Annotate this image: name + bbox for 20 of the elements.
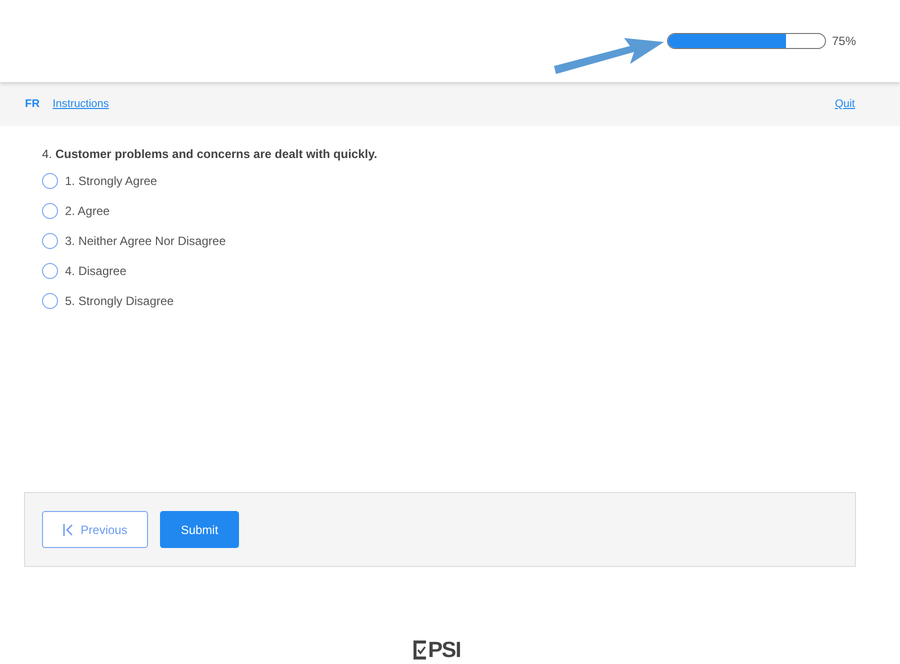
option-label: 2. Agree xyxy=(65,203,110,220)
first-page-icon xyxy=(62,524,73,536)
logo-text: PSI xyxy=(428,639,460,661)
radio-button[interactable] xyxy=(42,173,58,189)
progress-reading: 75% xyxy=(832,33,856,50)
instructions-link[interactable]: Instructions xyxy=(52,96,109,112)
option-label: 3. Neither Agree Nor Disagree xyxy=(65,233,226,250)
radio-button[interactable] xyxy=(42,293,58,309)
quit-link[interactable]: Quit xyxy=(834,96,855,112)
submit-button[interactable]: Submit xyxy=(160,511,239,548)
option-label: 4. Disagree xyxy=(65,263,126,280)
radio-button[interactable] xyxy=(42,203,58,219)
check-box-icon xyxy=(413,640,427,660)
option-label: 5. Strongly Disagree xyxy=(65,293,174,310)
radio-button[interactable] xyxy=(42,233,58,249)
previous-button[interactable]: Previous xyxy=(42,511,148,548)
option-label: 1. Strongly Agree xyxy=(65,173,158,190)
language-code[interactable]: FR xyxy=(25,96,40,112)
radio-button[interactable] xyxy=(42,263,58,279)
question-text: 4. Customer problems and concerns are dealt with quickly. xyxy=(42,146,378,163)
